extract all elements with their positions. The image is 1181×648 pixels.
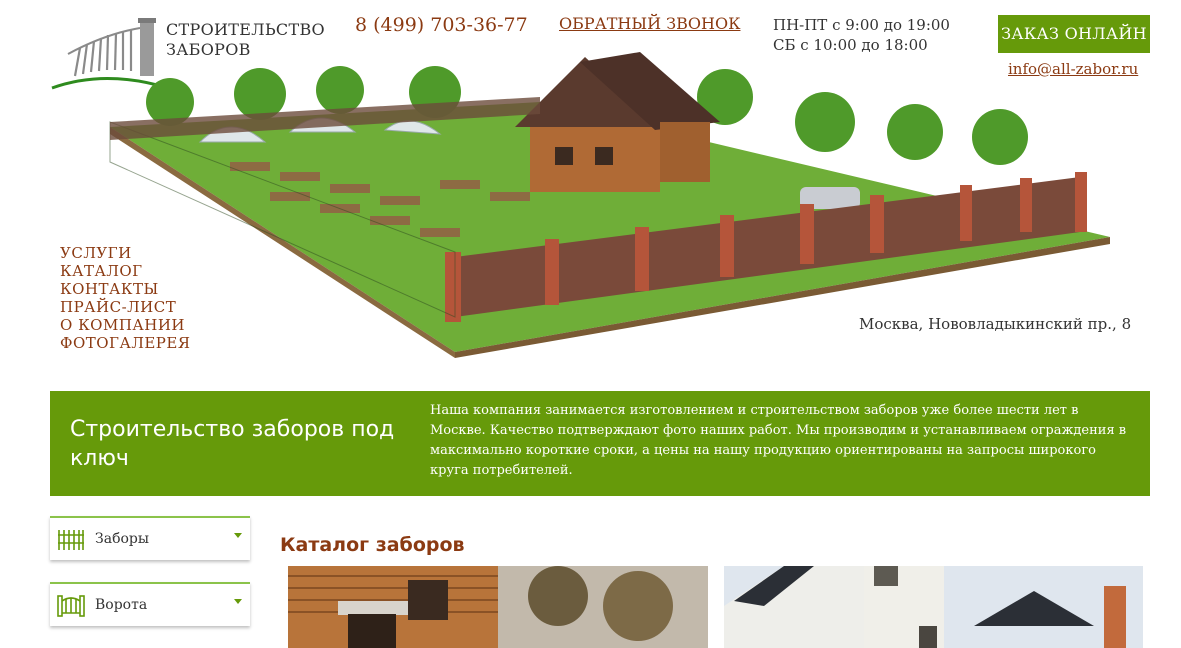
- logo-line-1: СТРОИТЕЛЬСТВО: [166, 20, 325, 39]
- catalog-photo-wooden-house[interactable]: [288, 566, 708, 648]
- chevron-down-icon: [234, 599, 242, 604]
- menu-item-catalog[interactable]: КАТАЛОГ: [60, 262, 190, 280]
- sidebar-item-label: Заборы: [95, 531, 150, 547]
- main-menu: УСЛУГИ КАТАЛОГ КОНТАКТЫ ПРАЙС-ЛИСТ О КОМ…: [60, 244, 190, 352]
- gate-icon: [57, 595, 85, 617]
- menu-item-gallery[interactable]: ФОТОГАЛЕРЕЯ: [60, 334, 190, 352]
- sidebar-item-fences[interactable]: Заборы: [50, 516, 250, 560]
- order-online-button[interactable]: ЗАКАЗ ОНЛАЙН: [998, 15, 1150, 53]
- working-hours: ПН-ПТ с 9:00 до 19:00 СБ с 10:00 до 18:0…: [773, 15, 950, 55]
- phone-number[interactable]: 8 (499) 703-36-77: [355, 14, 528, 36]
- banner-text: Наша компания занимается изготовлением и…: [430, 403, 1127, 478]
- menu-item-about[interactable]: О КОМПАНИИ: [60, 316, 190, 334]
- menu-item-price-list[interactable]: ПРАЙС-ЛИСТ: [60, 298, 190, 316]
- catalog-title: Каталог заборов: [280, 534, 465, 556]
- hours-weekdays: ПН-ПТ с 9:00 до 19:00: [773, 16, 950, 34]
- company-address: Москва, Нововладыкинский пр., 8: [859, 315, 1132, 333]
- menu-item-contacts[interactable]: КОНТАКТЫ: [60, 280, 190, 298]
- intro-banner: Строительство заборов под ключ Наша комп…: [50, 391, 1150, 496]
- menu-item-services[interactable]: УСЛУГИ: [60, 244, 190, 262]
- callback-link[interactable]: ОБРАТНЫЙ ЗВОНОК: [559, 14, 740, 33]
- catalog-photo-white-house[interactable]: [724, 566, 1143, 648]
- sidebar-item-gates[interactable]: Ворота: [50, 582, 250, 626]
- sidebar-item-label: Ворота: [95, 597, 148, 613]
- chevron-down-icon: [234, 533, 242, 538]
- banner-title: Строительство заборов под ключ: [70, 417, 395, 471]
- fence-icon: [58, 530, 84, 550]
